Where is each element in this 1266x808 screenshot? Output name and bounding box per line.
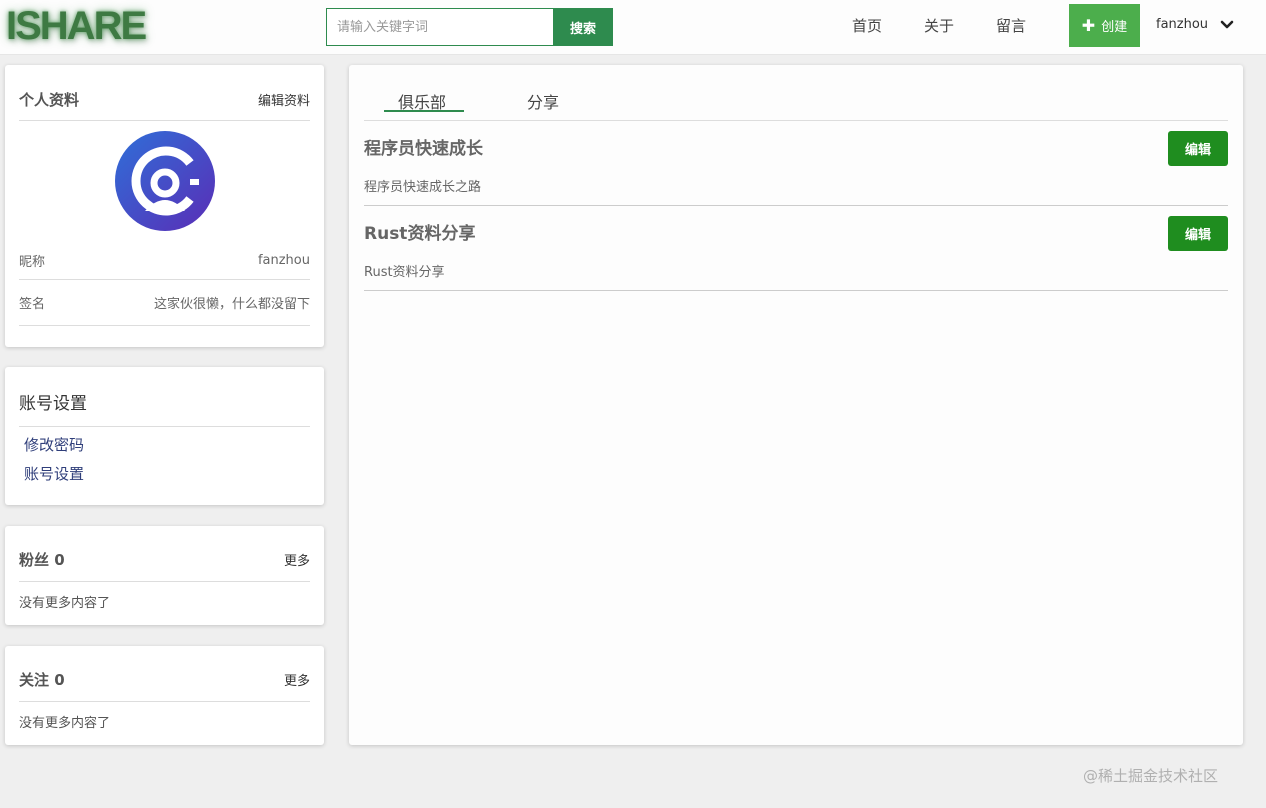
account-settings-title: 账号设置 xyxy=(19,367,310,427)
create-button-label: 创建 xyxy=(1101,20,1128,35)
profile-card: 个人资料 编辑资料 昵称 fanzhou 签名 这家伙很懒，什么都没留下 xyxy=(5,65,324,347)
list-item: 程序员快速成长 程序员快速成长之路 编辑 xyxy=(364,121,1228,206)
follow-title: 关注 0 xyxy=(19,671,65,689)
search-input[interactable] xyxy=(326,8,554,46)
search-button[interactable]: 搜索 xyxy=(553,8,613,46)
account-settings-link[interactable]: 账号设置 xyxy=(24,460,310,489)
follow-more-link[interactable]: 更多 xyxy=(284,670,310,689)
edit-button[interactable]: 编辑 xyxy=(1168,216,1228,251)
nav-home[interactable]: 首页 xyxy=(852,15,882,36)
change-password-link[interactable]: 修改密码 xyxy=(24,431,310,460)
user-menu[interactable]: fanzhou xyxy=(1156,17,1234,32)
item-title[interactable]: 程序员快速成长 xyxy=(364,134,483,159)
fans-title: 粉丝 0 xyxy=(19,551,65,569)
follow-card-header: 关注 0 更多 xyxy=(19,646,310,702)
nickname-value: fanzhou xyxy=(257,253,310,268)
tab-bar: 俱乐部 分享 xyxy=(364,65,1228,121)
profile-title: 个人资料 xyxy=(19,91,80,109)
chevron-down-icon xyxy=(1220,20,1234,28)
create-button[interactable]: ✚ 创建 xyxy=(1069,4,1140,47)
fans-more-link[interactable]: 更多 xyxy=(284,550,310,569)
edit-profile-link[interactable]: 编辑资料 xyxy=(258,90,310,109)
fans-card: 粉丝 0 更多 没有更多内容了 xyxy=(5,526,324,625)
fans-card-header: 粉丝 0 更多 xyxy=(19,526,310,582)
item-description: 程序员快速成长之路 xyxy=(364,180,482,195)
site-logo[interactable]: ISHARE xyxy=(6,4,147,49)
signature-row: 签名 这家伙很懒，什么都没留下 xyxy=(19,280,310,326)
nav-about[interactable]: 关于 xyxy=(924,15,954,36)
nickname-row: 昵称 fanzhou xyxy=(19,242,310,280)
item-title[interactable]: Rust资料分享 xyxy=(364,219,475,244)
avatar[interactable] xyxy=(114,131,215,231)
edit-button[interactable]: 编辑 xyxy=(1168,131,1228,166)
tab-shares[interactable]: 分享 xyxy=(527,89,559,113)
watermark: @稀土掘金技术社区 xyxy=(1083,767,1219,785)
signature-value: 这家伙很懒，什么都没留下 xyxy=(153,297,310,312)
signature-label: 签名 xyxy=(19,297,46,312)
active-tab-indicator xyxy=(384,110,464,112)
top-navbar: ISHARE 搜索 首页 关于 留言 ✚ 创建 fanzhou xyxy=(0,0,1266,55)
follow-card: 关注 0 更多 没有更多内容了 xyxy=(5,646,324,745)
fans-empty-text: 没有更多内容了 xyxy=(19,596,111,611)
main-panel: 俱乐部 分享 程序员快速成长 程序员快速成长之路 编辑 Rust资料分享 Rus… xyxy=(349,65,1243,745)
nickname-label: 昵称 xyxy=(19,255,46,270)
profile-card-header: 个人资料 编辑资料 xyxy=(19,65,310,121)
item-description: Rust资料分享 xyxy=(364,265,445,280)
follow-empty-text: 没有更多内容了 xyxy=(19,716,111,731)
username: fanzhou xyxy=(1156,17,1209,32)
nav-messages[interactable]: 留言 xyxy=(996,15,1026,36)
account-settings-card: 账号设置 修改密码 账号设置 xyxy=(5,367,324,505)
plus-icon: ✚ xyxy=(1081,15,1096,35)
list-item: Rust资料分享 Rust资料分享 编辑 xyxy=(364,206,1228,291)
